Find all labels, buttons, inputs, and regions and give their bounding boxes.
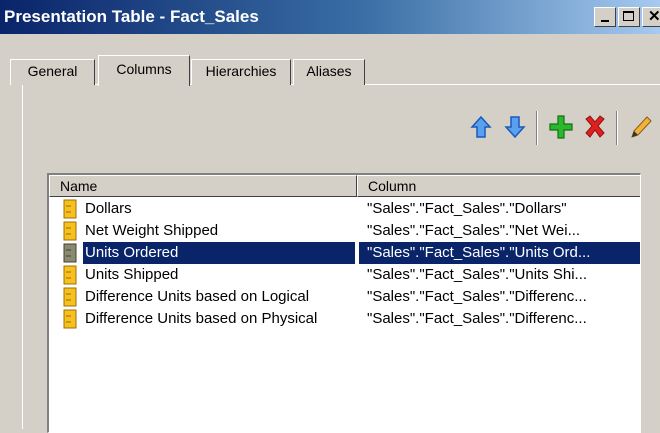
column-name: Dollars [85,200,132,217]
close-icon: ✕ [648,8,660,25]
list-item[interactable]: Difference Units based on Logical "Sales… [49,286,640,308]
header-column[interactable]: Column [357,175,640,197]
arrow-up-icon [470,115,492,138]
list-item[interactable]: Difference Units based on Physical "Sale… [49,308,640,330]
window-controls: ✕ [594,7,660,27]
list-item[interactable]: Net Weight Shipped "Sales"."Fact_Sales".… [49,220,640,242]
column-name: Units Ordered [85,244,179,261]
toolbar-separator [536,111,538,145]
column-expression: "Sales"."Fact_Sales"."Units Ord... [367,244,591,261]
window-title: Presentation Table - Fact_Sales [4,7,259,26]
title-bar[interactable]: Presentation Table - Fact_Sales ✕ [0,0,660,34]
arrow-down-icon [504,116,526,139]
column-icon [63,221,77,241]
column-icon [63,287,77,307]
edit-pencil-icon [631,116,652,138]
column-name: Net Weight Shipped [85,222,219,239]
list-header: Name Column [49,175,640,197]
close-button[interactable]: ✕ [642,7,660,27]
columns-list[interactable]: Name Column Dollars "Sales"."Fact_Sales"… [47,173,641,433]
column-icon [63,199,77,219]
column-expression: "Sales"."Fact_Sales"."Net Wei... [367,222,581,239]
maximize-button[interactable] [618,7,640,27]
tab-aliases[interactable]: Aliases [293,59,365,85]
move-up-button[interactable] [466,111,496,143]
tab-general[interactable]: General [10,59,95,85]
column-expression: "Sales"."Fact_Sales"."Differenc... [367,288,587,305]
move-down-button[interactable] [500,111,530,143]
list-item-selected[interactable]: Units Ordered "Sales"."Fact_Sales"."Unit… [49,242,640,264]
minimize-button[interactable] [594,7,616,27]
column-name: Difference Units based on Physical [85,310,318,327]
column-icon [63,265,77,285]
delete-icon [585,115,605,138]
column-expression: "Sales"."Fact_Sales"."Units Shi... [367,266,588,283]
edit-column-button[interactable] [626,111,656,143]
delete-column-button[interactable] [580,111,610,143]
column-name: Units Shipped [85,266,179,283]
tab-hierarchies[interactable]: Hierarchies [191,59,291,85]
column-expression: "Sales"."Fact_Sales"."Dollars" [367,200,567,217]
header-name[interactable]: Name [49,175,357,197]
column-name: Difference Units based on Logical [85,288,310,305]
minimize-icon [601,20,609,22]
column-icon [63,309,77,329]
column-expression: "Sales"."Fact_Sales"."Differenc... [367,310,587,327]
column-icon [63,243,77,263]
toolbar-separator [616,111,618,145]
add-icon [549,115,573,139]
list-item[interactable]: Units Shipped "Sales"."Fact_Sales"."Unit… [49,264,640,286]
tab-columns[interactable]: Columns [98,55,190,86]
add-column-button[interactable] [546,111,576,143]
maximize-icon [623,11,634,21]
list-item[interactable]: Dollars "Sales"."Fact_Sales"."Dollars" [49,198,640,220]
